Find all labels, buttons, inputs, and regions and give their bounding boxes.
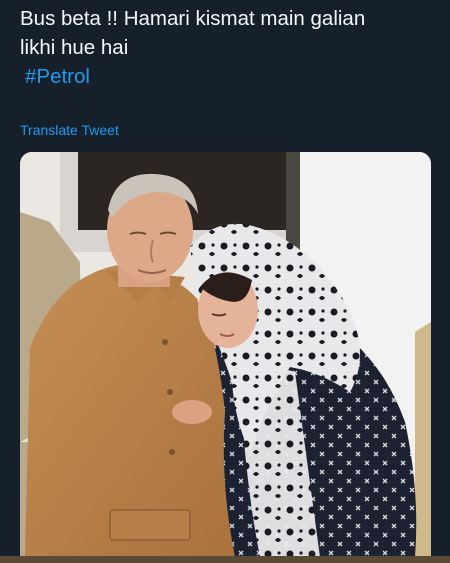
tweet-photo[interactable] xyxy=(20,152,431,557)
photo-bottom-edge xyxy=(0,556,450,563)
tweet-text-line-1: Bus beta !! Hamari kismat main galian xyxy=(20,7,366,30)
photo-man-pocket xyxy=(109,509,191,541)
tweet: Bus beta !! Hamari kismat main galian li… xyxy=(0,0,450,563)
tweet-text: Bus beta !! Hamari kismat main galian li… xyxy=(20,4,440,91)
hashtag-link[interactable]: #Petrol xyxy=(25,62,90,91)
photo-man-hand xyxy=(172,400,212,424)
photo-bg-person-right xyxy=(415,322,431,557)
tweet-text-line-2: likhi hue hai xyxy=(20,36,129,59)
translate-tweet-link[interactable]: Translate Tweet xyxy=(20,122,119,138)
